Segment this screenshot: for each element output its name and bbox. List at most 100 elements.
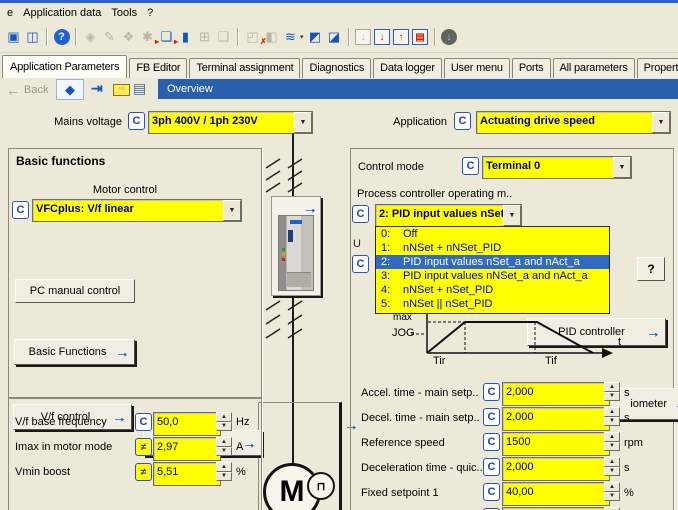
application-dropdown-icon[interactable]: ▼: [652, 112, 670, 133]
transfer-icon[interactable]: ↓: [440, 28, 459, 47]
reference-speed-c-badge[interactable]: C: [483, 433, 500, 451]
vf-base-frequency-c-badge[interactable]: C: [135, 413, 152, 431]
spin-up-icon[interactable]: ▲: [604, 407, 620, 417]
download-to-device-icon[interactable]: ↓: [373, 28, 392, 47]
motor-control-dropdown-icon[interactable]: ▼: [223, 200, 241, 221]
vmin-boost-field[interactable]: 5,51: [153, 462, 221, 486]
device-forward-icon[interactable]: ◩: [306, 28, 325, 47]
tab-properties[interactable]: Properties: [637, 58, 678, 78]
insert-icon[interactable]: ◈: [81, 28, 100, 47]
save-parameter-set-icon[interactable]: ▤: [411, 28, 430, 47]
control-mode-c-badge[interactable]: C: [462, 157, 479, 175]
spin-up-icon[interactable]: ▲: [604, 432, 620, 442]
tab-data-logger[interactable]: Data logger: [373, 58, 442, 78]
dropdown-option-1[interactable]: 1:nNSet + nNSet_PID: [376, 241, 609, 255]
motor-control-c-badge[interactable]: C: [12, 201, 29, 219]
motor-potentiometer-c-badge[interactable]: C: [352, 255, 369, 273]
device-back-icon[interactable]: ◪: [325, 28, 344, 47]
control-mode-combo[interactable]: Terminal 0 ▼: [482, 156, 632, 179]
tab-diagnostics[interactable]: Diagnostics: [302, 58, 371, 78]
spin-up-icon[interactable]: ▲: [216, 462, 232, 472]
vf-base-frequency-field[interactable]: 50,0: [153, 412, 221, 436]
spin-down-icon[interactable]: ▼: [604, 467, 620, 477]
decel-time-field[interactable]: 2,000: [502, 407, 610, 431]
window-list-icon[interactable]: ❑: [214, 28, 233, 47]
spin-down-icon[interactable]: ▼: [216, 422, 232, 432]
goto-input-icon[interactable]: ⇥: [91, 80, 103, 97]
imax-motor-mode-stepper[interactable]: ▲ ▼: [216, 437, 232, 456]
application-combo[interactable]: Actuating drive speed ▼: [476, 111, 671, 134]
pc-manual-control-button[interactable]: PC manual control: [15, 279, 135, 303]
select-icon[interactable]: ❖: [119, 28, 138, 47]
accel-time-stepper[interactable]: ▲▼: [604, 382, 620, 401]
spin-up-icon[interactable]: ▲: [604, 457, 620, 467]
goto-fb-icon[interactable]: ▮▸: [176, 28, 195, 47]
inverter-goto-arrow-icon[interactable]: →: [303, 201, 317, 215]
application-c-badge[interactable]: C: [454, 112, 471, 130]
dropdown-option-4[interactable]: 4:nNSet + nSet_PID: [376, 283, 609, 297]
quick-stop-decel-stepper[interactable]: ▲▼: [604, 457, 620, 476]
tab-terminal-assignment[interactable]: Terminal assignment: [189, 58, 300, 78]
process-controller-dropdown-icon[interactable]: ▼: [503, 205, 521, 226]
spin-down-icon[interactable]: ▼: [604, 492, 620, 502]
spin-up-icon[interactable]: ▲: [604, 382, 620, 392]
reference-speed-field[interactable]: 1500: [502, 432, 610, 456]
project-tree-icon[interactable]: ⊞: [195, 28, 214, 47]
spin-down-icon[interactable]: ▼: [604, 417, 620, 427]
edit-pen-icon[interactable]: ✎: [100, 28, 119, 47]
navigation-home-button[interactable]: ◆: [56, 79, 84, 100]
spin-down-icon[interactable]: ▼: [604, 442, 620, 452]
vmin-boost-stepper[interactable]: ▲ ▼: [216, 462, 232, 481]
upload-from-device-icon[interactable]: ↑: [392, 28, 411, 47]
tab-all-parameters[interactable]: All parameters: [553, 58, 635, 78]
mains-voltage-c-badge[interactable]: C: [128, 112, 145, 130]
fixed-setpoint1-stepper[interactable]: ▲▼: [604, 482, 620, 501]
imax-motor-mode-field[interactable]: 2,97: [153, 437, 221, 461]
imax-neq-badge[interactable]: ≠: [135, 438, 152, 456]
go-online-icon[interactable]: ≋: [281, 28, 300, 47]
accel-time-field[interactable]: 2,000: [502, 382, 610, 406]
dropdown-option-3[interactable]: 3:PID input values nNSet_a and nAct_a: [376, 269, 609, 283]
motor-control-combo[interactable]: VFCplus: V/f linear ▼: [32, 199, 242, 222]
back-button[interactable]: ← Back: [6, 82, 48, 98]
quick-stop-decel-c-badge[interactable]: C: [483, 458, 500, 476]
control-mode-dropdown-icon[interactable]: ▼: [613, 157, 631, 178]
online-dropdown-caret[interactable]: ▾: [300, 33, 304, 41]
dropdown-option-2-selected[interactable]: 2:PID input values nSet_a and nAct_a: [376, 255, 609, 269]
fixed-setpoint1-field[interactable]: 40,00: [502, 482, 610, 506]
mains-voltage-combo[interactable]: 3ph 400V / 1ph 230V ▼: [148, 111, 313, 134]
decel-time-stepper[interactable]: ▲▼: [604, 407, 620, 426]
dropdown-option-5[interactable]: 5:nNSet || nSet_PID: [376, 297, 609, 311]
download-disabled-icon[interactable]: ↓: [354, 28, 373, 47]
menu-tools[interactable]: Tools: [106, 5, 142, 21]
application-window-icon[interactable]: ▣: [4, 28, 23, 47]
inverter-device-image[interactable]: →: [271, 196, 321, 296]
help-icon[interactable]: ?: [52, 28, 71, 47]
spin-down-icon[interactable]: ▼: [216, 447, 232, 457]
accel-time-c-badge[interactable]: C: [483, 383, 500, 401]
spin-down-icon[interactable]: ▼: [216, 472, 232, 482]
decel-time-c-badge[interactable]: C: [483, 408, 500, 426]
menu-file-fragment[interactable]: e: [2, 5, 18, 21]
tab-user-menu[interactable]: User menu: [444, 58, 510, 78]
terminal-strip-icon[interactable]: ⋯: [113, 84, 130, 96]
mains-voltage-dropdown-icon[interactable]: ▼: [294, 112, 312, 133]
spin-up-icon[interactable]: ▲: [216, 412, 232, 422]
spin-up-icon[interactable]: ▲: [604, 482, 620, 492]
menu-help[interactable]: ?: [142, 5, 158, 21]
vmin-neq-badge[interactable]: ≠: [135, 463, 152, 481]
reference-speed-stepper[interactable]: ▲▼: [604, 432, 620, 451]
tab-fb-editor[interactable]: FB Editor: [129, 58, 187, 78]
properties-page-icon[interactable]: ▤: [133, 80, 146, 97]
control-mode-help-button[interactable]: ?: [637, 257, 665, 281]
vf-base-frequency-stepper[interactable]: ▲ ▼: [216, 412, 232, 431]
spin-down-icon[interactable]: ▼: [604, 392, 620, 402]
tab-application-parameters[interactable]: Application Parameters: [2, 55, 127, 78]
dropdown-option-0[interactable]: 0:Off: [376, 227, 609, 241]
quick-stop-decel-field[interactable]: 2,000: [502, 457, 610, 481]
tab-ports[interactable]: Ports: [512, 58, 551, 78]
process-controller-c-badge[interactable]: C: [352, 205, 369, 223]
spin-up-icon[interactable]: ▲: [216, 437, 232, 447]
process-controller-combo[interactable]: 2: PID input values nSet ▼: [375, 204, 522, 227]
cascade-windows-icon[interactable]: ◫: [23, 28, 42, 47]
